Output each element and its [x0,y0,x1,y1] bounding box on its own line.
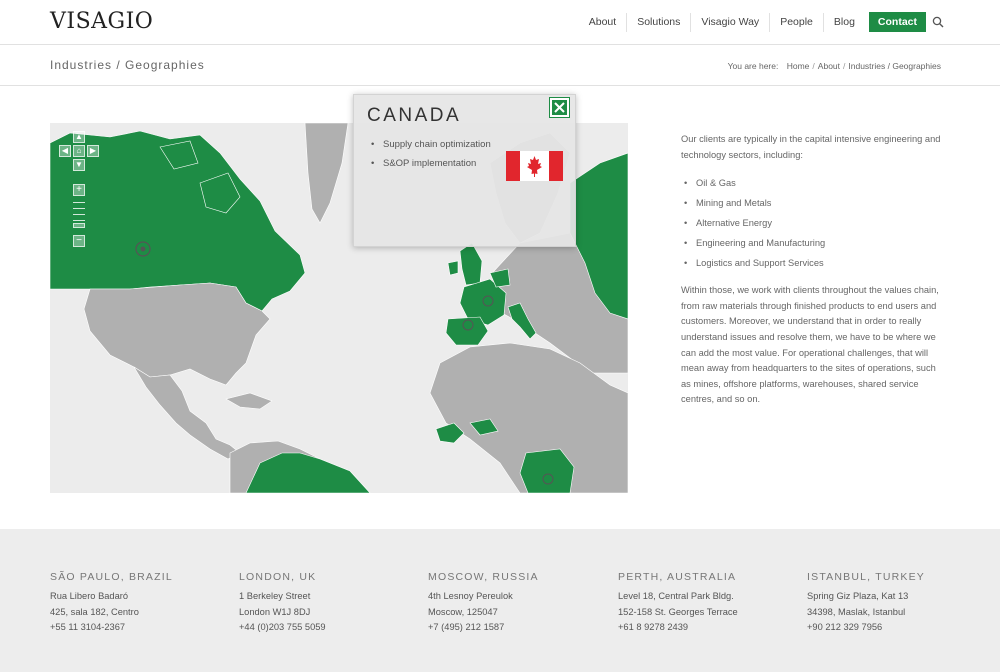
pan-right-icon[interactable]: ▶ [87,145,99,157]
title-bar: Industries / Geographies You are here: H… [0,46,1000,86]
intro-paragraph: Our clients are typically in the capital… [681,134,941,160]
map-region-uk [459,242,483,286]
office-address: Rua Libero Badaró [50,591,129,601]
list-item: Supply chain optimization [371,139,491,150]
zoom-in-icon[interactable]: + [73,184,85,196]
pan-down-icon[interactable]: ▼ [73,159,85,171]
canada-flag-icon [506,151,563,181]
industries-description: Our clients are typically in the capital… [681,132,946,408]
popup-list: Supply chain optimization S&OP implement… [371,139,491,177]
office-address: 1 Berkeley Street [239,591,311,601]
nav-about[interactable]: About [579,13,626,32]
pan-up-icon[interactable]: ▲ [73,131,85,143]
office-london: LONDON, UK 1 Berkeley Street London W1J … [239,571,419,636]
breadcrumb: You are here: Home / About / Industries … [727,61,941,71]
office-phone[interactable]: +44 (0)203 755 5059 [239,620,419,636]
pan-left-icon[interactable]: ◀ [59,145,71,157]
pan-home-icon[interactable]: ⌂ [73,145,85,157]
main-nav: About Solutions Visagio Way People Blog … [579,12,926,32]
map-region-iberia [445,316,489,346]
list-item: Engineering and Manufacturing [681,233,946,253]
office-phone[interactable]: +7 (495) 212 1587 [428,620,608,636]
office-address: Level 18, Central Park Bldg. [618,591,734,601]
office-istanbul: ISTANBUL, TURKEY Spring Giz Plaza, Kat 1… [807,571,987,636]
office-address: Moscow, 125047 [428,606,498,617]
office-city: SÃO PAULO, BRAZIL [50,571,173,583]
list-item: Alternative Energy [681,213,946,233]
close-button[interactable] [550,98,569,117]
body-paragraph: Within those, we work with clients throu… [681,285,939,405]
office-city: ISTANBUL, TURKEY [807,571,926,583]
office-city: MOSCOW, RUSSIA [428,571,539,583]
nav-visagio-way[interactable]: Visagio Way [690,12,769,32]
office-address: London W1J 8DJ [239,606,311,617]
office-city: PERTH, AUSTRALIA [618,571,737,583]
page-title: Industries / Geographies [50,58,205,72]
search-icon[interactable] [932,16,944,28]
map-region-greenland [304,123,349,224]
logo[interactable]: VISAGIO [50,9,153,34]
map-controls: ▲ ◀ ⌂ ▶ ▼ + − [57,131,101,247]
breadcrumb-about[interactable]: About [818,61,840,71]
office-city: LONDON, UK [239,571,317,583]
contact-button[interactable]: Contact [868,12,926,32]
office-address: 152-158 St. Georges Terrace [618,606,738,617]
zoom-slider-handle[interactable] [73,223,85,228]
sector-list: Oil & Gas Mining and Metals Alternative … [681,173,946,273]
breadcrumb-home[interactable]: Home [787,61,810,71]
list-item: Mining and Metals [681,193,946,213]
site-header: VISAGIO About Solutions Visagio Way Peop… [0,0,1000,45]
map-region-usa [83,282,271,386]
list-item: Logistics and Support Services [681,253,946,273]
list-item: Oil & Gas [681,173,946,193]
office-sao-paulo: SÃO PAULO, BRAZIL Rua Libero Badaró 425,… [50,571,230,636]
office-address: 425, sala 182, Centro [50,606,139,617]
office-phone[interactable]: +90 212 329 7956 [807,620,987,636]
nav-blog[interactable]: Blog [822,12,865,32]
office-phone[interactable]: +55 11 3104-2367 [50,620,230,636]
footer-offices: SÃO PAULO, BRAZIL Rua Libero Badaró 425,… [0,529,1000,672]
office-phone[interactable]: +61 8 9278 2439 [618,620,798,636]
breadcrumb-label: You are here: [727,61,779,71]
close-icon [554,102,565,113]
zoom-out-icon[interactable]: − [73,235,85,247]
office-address: Spring Giz Plaza, Kat 13 [807,591,909,601]
breadcrumb-current: Industries / Geographies [848,61,941,71]
nav-solutions[interactable]: Solutions [626,12,690,32]
nav-people[interactable]: People [769,12,823,32]
office-perth: PERTH, AUSTRALIA Level 18, Central Park … [618,571,798,636]
office-address: 34398, Maslak, Istanbul [807,606,906,617]
country-popup: CANADA Supply chain optimization S&OP im… [353,94,576,247]
popup-title: CANADA [367,105,462,126]
office-address: 4th Lesnoy Pereulok [428,591,513,601]
office-moscow: MOSCOW, RUSSIA 4th Lesnoy Pereulok Mosco… [428,571,608,636]
list-item: S&OP implementation [371,158,491,169]
